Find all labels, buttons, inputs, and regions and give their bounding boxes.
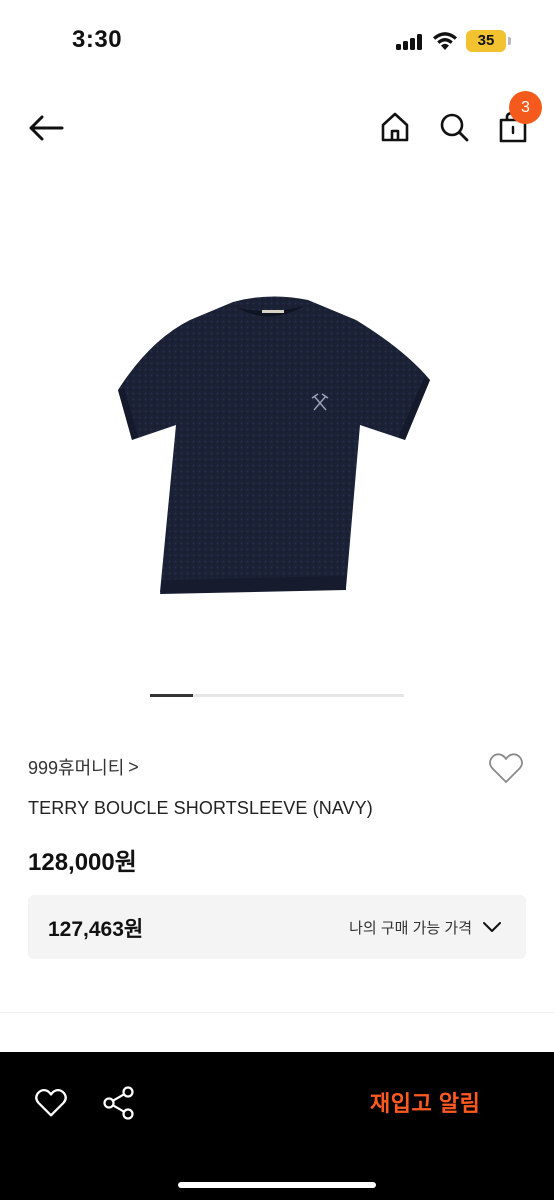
restock-alert-button[interactable]: 재입고 알림	[370, 1082, 480, 1126]
back-button[interactable]	[24, 106, 68, 150]
heart-icon	[35, 1088, 67, 1117]
home-icon	[381, 112, 409, 142]
battery-nub	[508, 37, 511, 45]
status-time: 3:30	[72, 26, 123, 53]
my-price-value: 127,463원	[48, 918, 144, 941]
bottom-action-bar: 재입고 알림	[0, 1052, 554, 1200]
carousel-indicator	[150, 694, 404, 697]
share-button[interactable]	[100, 1084, 138, 1122]
product-image[interactable]	[0, 170, 554, 710]
share-icon	[103, 1086, 134, 1120]
chevron-right-icon: >	[128, 756, 139, 777]
back-arrow-icon	[29, 115, 64, 141]
brand-name: 999휴머니티	[28, 758, 125, 778]
product-price: 128,000원	[28, 849, 137, 876]
brand-link[interactable]: 999휴머니티 >	[28, 754, 139, 780]
section-divider	[0, 1012, 554, 1013]
status-bar: 3:30 35	[0, 0, 554, 80]
wishlist-button[interactable]	[486, 748, 526, 788]
battery-level: 35	[477, 32, 495, 49]
product-title: TERRY BOUCLE SHORTSLEEVE (NAVY)	[28, 798, 373, 818]
product-detail-page: 3:30 35 3 999휴머니티 > TERRY BOUCLE SHORTSL…	[0, 0, 554, 1200]
my-price-label: 나의 구매 가능 가격	[349, 920, 472, 937]
signal-icon	[396, 34, 424, 50]
bottom-wishlist-button[interactable]	[32, 1084, 70, 1122]
carousel-active-segment	[150, 694, 193, 697]
home-button[interactable]	[374, 106, 416, 148]
my-price-dropdown[interactable]: 127,463원 나의 구매 가능 가격	[28, 895, 526, 959]
wifi-icon	[432, 30, 458, 52]
search-button[interactable]	[433, 106, 475, 148]
battery-icon: 35	[466, 30, 506, 52]
search-icon	[440, 113, 469, 142]
heart-icon	[489, 753, 523, 783]
product-photo	[118, 296, 430, 594]
top-nav	[0, 96, 554, 160]
home-indicator	[178, 1182, 376, 1188]
chevron-down-icon	[483, 922, 501, 932]
cart-count-badge: 3	[509, 91, 542, 124]
